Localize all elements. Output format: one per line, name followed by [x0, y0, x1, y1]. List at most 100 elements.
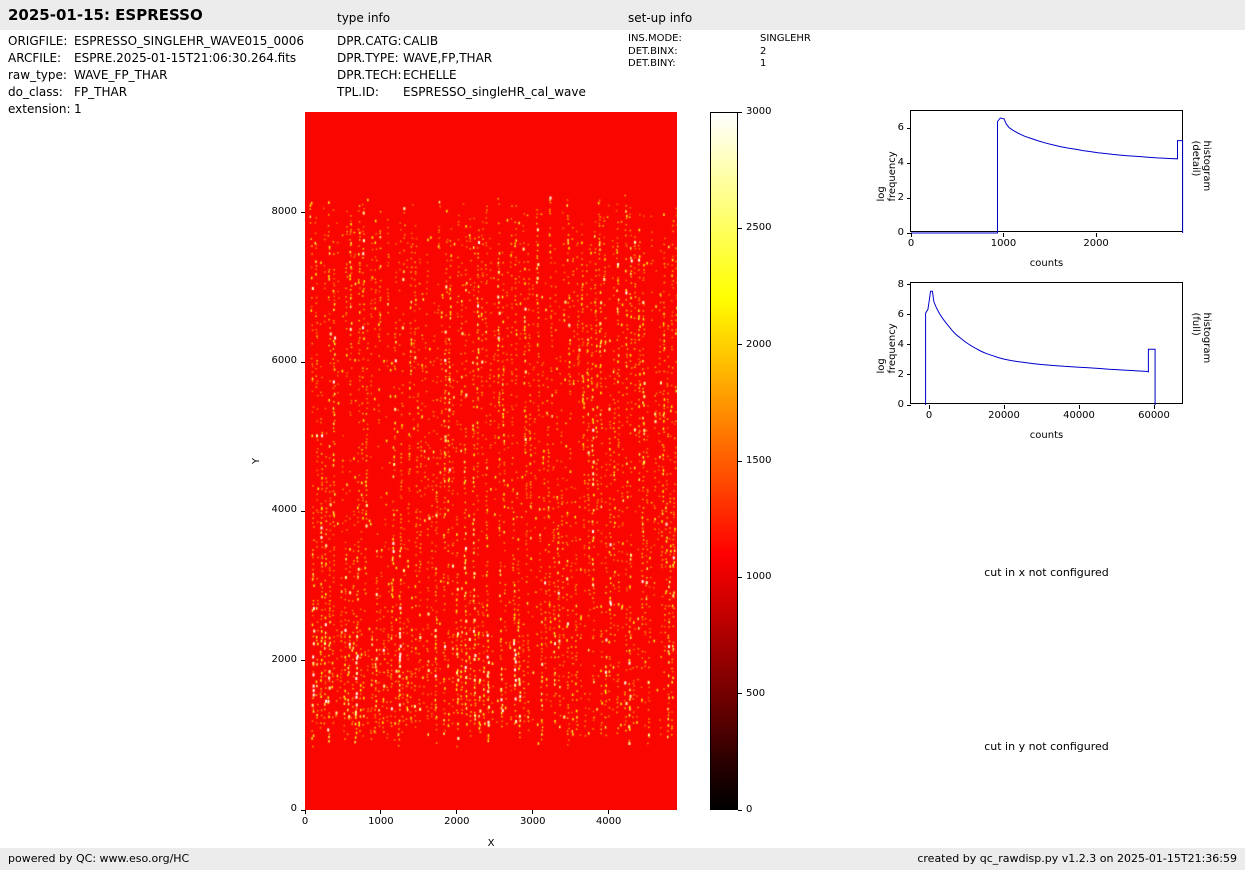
x-tick-label: 0	[925, 410, 933, 421]
info-value: ESPRESSO_singleHR_cal_wave	[403, 85, 586, 99]
histogram-detail-plot: 0 1000 2000 0 2 4 6 log frequency histogram (d…	[876, 110, 1212, 269]
colorbar-tick-mark	[738, 227, 742, 229]
info-row-origfile: ORIGFILE: ESPRESSO_SINGLEHR_WAVE015_0006	[8, 33, 304, 50]
colorbar-tick-label: 0	[746, 804, 753, 815]
y-axis-label: Y	[251, 457, 262, 465]
y-axis-label: log frequency	[876, 151, 898, 202]
file-info-block: ORIGFILE: ESPRESSO_SINGLEHR_WAVE015_0006…	[8, 33, 304, 118]
cut-x-message: cut in x not configured	[984, 566, 1109, 579]
info-value: 2	[760, 45, 767, 57]
x-tick-mark	[608, 810, 610, 814]
y-tick-label: 0	[290, 803, 297, 814]
section-label-setup-info: set-up info	[628, 11, 693, 25]
y-tick-mark	[301, 361, 305, 363]
colorbar-tick-mark	[738, 460, 742, 462]
y-axis-label: log frequency	[876, 323, 898, 374]
detector-image-plot: X Y 0 1000 2000 3000 4000 0 2000 4000 6000 8000	[251, 112, 677, 849]
x-tick-mark	[1003, 233, 1005, 237]
info-label: ORIGFILE:	[8, 34, 68, 48]
y-tick-mark	[301, 809, 305, 811]
y-tick-mark	[907, 197, 911, 199]
histogram-line	[925, 290, 1156, 405]
x-tick-mark	[928, 405, 930, 409]
colorbar-tick-label: 2000	[746, 338, 772, 350]
info-value: 1	[74, 102, 82, 116]
y-tick-mark	[907, 127, 911, 129]
x-tick-mark	[456, 810, 458, 814]
info-value: WAVE_FP_THAR	[74, 68, 168, 82]
y-tick-mark	[301, 510, 305, 512]
info-value: FP_THAR	[74, 85, 128, 99]
y-tick-label: 0	[897, 399, 904, 410]
histogram-line-svg	[925, 290, 1156, 405]
histogram-line-svg	[911, 117, 1184, 234]
info-row-extension: extension: 1	[8, 101, 304, 118]
x-tick-mark	[1003, 405, 1005, 409]
detector-image	[305, 112, 677, 810]
type-info-block: DPR.CATG: CALIB DPR.TYPE: WAVE,FP,THAR D…	[337, 33, 586, 101]
y-tick-mark	[301, 660, 305, 662]
cut-y-message: cut in y not configured	[984, 740, 1109, 753]
info-label: TPL.ID:	[337, 85, 379, 99]
y-tick-label: 8	[897, 278, 904, 290]
y-tick-mark	[907, 374, 911, 376]
info-label: INS.MODE:	[628, 33, 682, 44]
info-value: SINGLEHR	[760, 33, 811, 44]
colorbar-tick-label: 2500	[746, 222, 772, 234]
y-tick-label: 6	[897, 122, 904, 134]
info-row-det-binx: DET.BINX: 2	[628, 46, 811, 59]
top-bar: 2025-01-15: ESPRESSO type info set-up in…	[0, 0, 1245, 30]
x-axis-label: counts	[1029, 430, 1064, 441]
colorbar-tick-mark	[738, 576, 742, 578]
y-tick-mark	[907, 232, 911, 234]
right-axis-label: histogram (detail)	[1190, 140, 1212, 192]
x-tick-label: 0	[301, 816, 309, 827]
plot-area: 0 1000 2000 0 2 4 6	[898, 110, 1184, 249]
info-value: ECHELLE	[403, 68, 457, 82]
info-value: WAVE,FP,THAR	[403, 51, 493, 65]
info-row-do-class: do_class: FP_THAR	[8, 84, 304, 101]
info-row-det-biny: DET.BINY: 1	[628, 58, 811, 71]
x-tick-label: 2000	[444, 816, 470, 827]
colorbar-tick-mark	[738, 809, 742, 811]
x-tick-mark	[1095, 233, 1097, 237]
right-axis-label: histogram (full)	[1190, 312, 1212, 364]
info-row-arcfile: ARCFILE: ESPRE.2025-01-15T21:06:30.264.f…	[8, 50, 304, 67]
x-tick-mark	[380, 810, 382, 814]
x-tick-label: 4000	[595, 816, 622, 827]
info-row-dpr-catg: DPR.CATG: CALIB	[337, 33, 586, 50]
footer-powered-by-link[interactable]: powered by QC: www.eso.org/HC	[8, 848, 189, 870]
x-tick-label: 1000	[990, 238, 1017, 249]
y-tick-label: 6000	[271, 355, 297, 367]
y-tick-label: 8000	[271, 205, 297, 217]
info-label: do_class:	[8, 85, 63, 99]
histogram-line	[911, 117, 1184, 234]
x-tick-mark	[532, 810, 534, 814]
info-value: ESPRESSO_SINGLEHR_WAVE015_0006	[74, 34, 304, 48]
x-tick-label: 20000	[988, 410, 1020, 421]
plot-area: 0 20000 40000 60000 0 2 4 6 8	[898, 279, 1183, 421]
info-row-tpl-id: TPL.ID: ESPRESSO_singleHR_cal_wave	[337, 84, 586, 101]
info-row-raw-type: raw_type: WAVE_FP_THAR	[8, 67, 304, 84]
colorbar-gradient	[710, 112, 738, 810]
info-row-dpr-type: DPR.TYPE: WAVE,FP,THAR	[337, 50, 586, 67]
x-tick-mark	[1078, 405, 1080, 409]
x-tick-label: 3000	[520, 816, 546, 827]
y-tick-label: 2000	[271, 653, 297, 665]
colorbar-tick-label: 3000	[746, 106, 772, 117]
y-tick-mark	[907, 314, 911, 316]
y-tick-mark	[907, 284, 911, 285]
footer-bar: powered by QC: www.eso.org/HC created by…	[0, 848, 1245, 870]
y-tick-mark	[301, 212, 305, 214]
colorbar-tick-mark	[738, 344, 742, 346]
x-tick-label: 40000	[1063, 410, 1095, 421]
info-label: DET.BINY:	[628, 58, 676, 69]
colorbar: 0 500 1000 1500 2000 2500 3000	[710, 106, 771, 815]
x-tick-mark	[1153, 405, 1155, 409]
x-axis-label: counts	[1029, 258, 1064, 269]
info-label: extension:	[8, 102, 71, 116]
info-label: DPR.CATG:	[337, 34, 402, 48]
x-tick-label: 1000	[368, 816, 394, 827]
qc-rawdisp-page: 2025-01-15: ESPRESSO type info set-up in…	[0, 0, 1245, 870]
info-row-dpr-tech: DPR.TECH: ECHELLE	[337, 67, 586, 84]
